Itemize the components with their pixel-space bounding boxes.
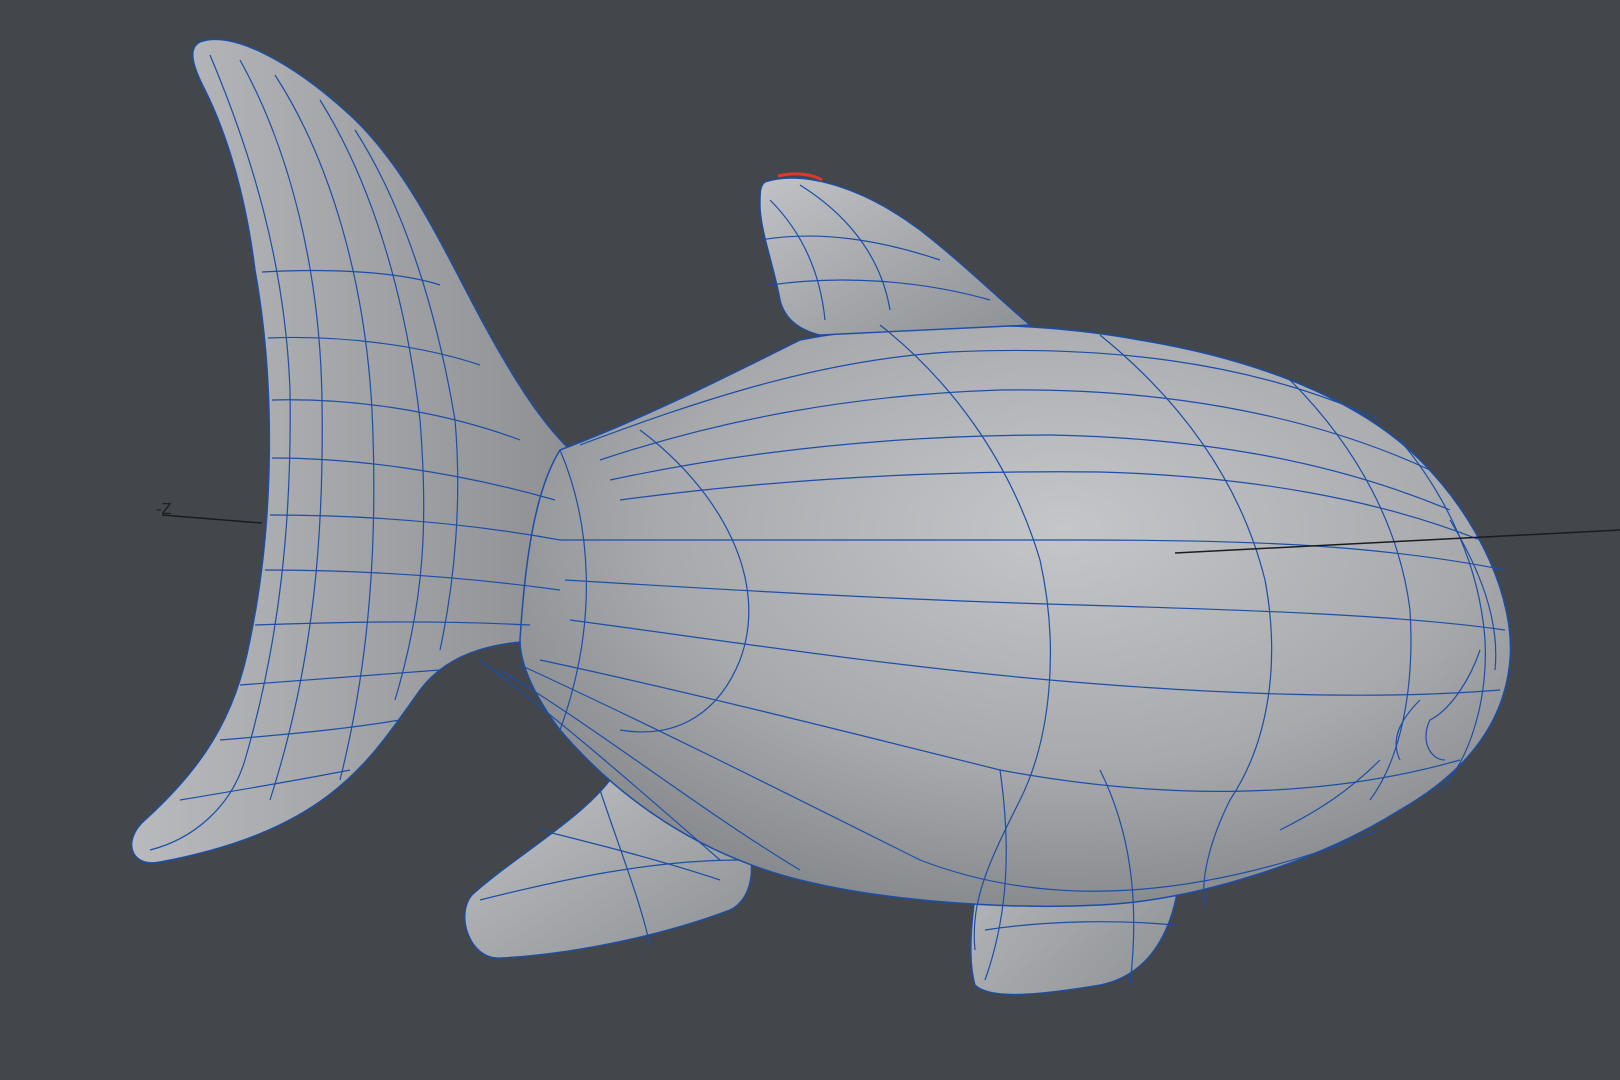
- tail-fin[interactable]: [131, 38, 571, 864]
- dorsal-fin[interactable]: [759, 177, 1032, 336]
- 3d-viewport[interactable]: -Z: [0, 0, 1620, 1080]
- shark-model[interactable]: [131, 38, 1512, 996]
- z-axis-line: [161, 514, 263, 524]
- z-axis-label: -Z: [156, 500, 172, 518]
- viewport-canvas[interactable]: -Z: [0, 0, 1620, 1080]
